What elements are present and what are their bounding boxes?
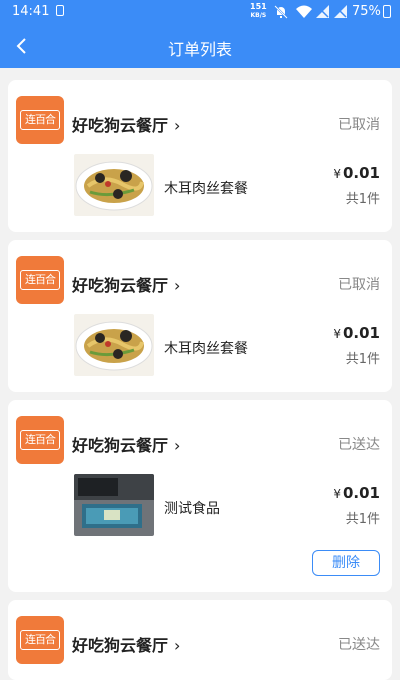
bell-off-icon xyxy=(274,5,288,19)
store-logo-mark: 连百合 xyxy=(20,430,60,450)
network-speed: 151 KB/S xyxy=(250,2,267,20)
top-nav-bar: 订单列表 xyxy=(0,24,400,68)
network-speed-unit: KB/S xyxy=(250,12,267,19)
sim-icon xyxy=(56,5,64,16)
store-logo: 连百合 xyxy=(16,96,64,144)
store-logo-mark: 连百合 xyxy=(20,270,60,290)
store-name: 好吃狗云餐厅 xyxy=(72,636,169,655)
chevron-right-icon: › xyxy=(174,116,181,135)
price-value: 0.01 xyxy=(342,324,380,342)
store-name-link[interactable]: 好吃狗云餐厅 › xyxy=(72,432,180,456)
currency-symbol: ¥ xyxy=(333,327,341,341)
item-count: 共1件 xyxy=(345,512,380,527)
page-title: 订单列表 xyxy=(167,40,232,59)
food-image xyxy=(74,474,154,536)
order-status: 已取消 xyxy=(338,277,380,293)
battery-level: 75% xyxy=(352,4,381,19)
item-name: 木耳肉丝套餐 xyxy=(164,181,248,197)
chevron-right-icon: › xyxy=(174,636,181,655)
item-price: ¥0.01 xyxy=(333,164,380,182)
store-name: 好吃狗云餐厅 xyxy=(72,116,169,135)
item-price: ¥0.01 xyxy=(333,484,380,502)
status-bar: 14:41 151 KB/S 75% xyxy=(0,0,400,24)
order-card[interactable]: 连百合 好吃狗云餐厅 › 已送达 xyxy=(8,600,392,680)
battery-icon xyxy=(383,5,391,18)
order-card[interactable]: 连百合 好吃狗云餐厅 › 已送达 测试食品 ¥0.01 共1件 删除 xyxy=(8,400,392,592)
store-logo: 连百合 xyxy=(16,616,64,664)
item-name: 测试食品 xyxy=(164,501,220,517)
signal-icon xyxy=(316,5,329,18)
item-name: 木耳肉丝套餐 xyxy=(164,341,248,357)
item-count: 共1件 xyxy=(345,192,380,207)
currency-symbol: ¥ xyxy=(333,167,341,181)
item-price: ¥0.01 xyxy=(333,324,380,342)
store-name-link[interactable]: 好吃狗云餐厅 › xyxy=(72,272,180,296)
currency-symbol: ¥ xyxy=(333,487,341,501)
store-logo-mark: 连百合 xyxy=(20,630,60,650)
price-value: 0.01 xyxy=(342,484,380,502)
store-name: 好吃狗云餐厅 xyxy=(72,276,169,295)
order-status: 已送达 xyxy=(338,437,380,453)
chevron-right-icon: › xyxy=(174,276,181,295)
store-name: 好吃狗云餐厅 xyxy=(72,436,169,455)
store-logo-mark: 连百合 xyxy=(20,110,60,130)
network-speed-value: 151 xyxy=(250,2,267,11)
order-status: 已送达 xyxy=(338,637,380,653)
wifi-icon xyxy=(296,5,312,18)
store-name-link[interactable]: 好吃狗云餐厅 › xyxy=(72,112,180,136)
signal-icon-2 xyxy=(334,5,347,18)
price-value: 0.01 xyxy=(342,164,380,182)
order-status: 已取消 xyxy=(338,117,380,133)
delete-button[interactable]: 删除 xyxy=(312,550,380,576)
chevron-right-icon: › xyxy=(174,436,181,455)
food-image xyxy=(74,314,154,376)
food-image xyxy=(74,154,154,216)
order-card[interactable]: 连百合 好吃狗云餐厅 › 已取消 木耳肉丝套餐 ¥0.01 共1件 xyxy=(8,80,392,232)
clock: 14:41 xyxy=(12,4,50,19)
order-card[interactable]: 连百合 好吃狗云餐厅 › 已取消 木耳肉丝套餐 ¥0.01 共1件 xyxy=(8,240,392,392)
store-name-link[interactable]: 好吃狗云餐厅 › xyxy=(72,632,180,656)
item-count: 共1件 xyxy=(345,352,380,367)
store-logo: 连百合 xyxy=(16,256,64,304)
store-logo: 连百合 xyxy=(16,416,64,464)
